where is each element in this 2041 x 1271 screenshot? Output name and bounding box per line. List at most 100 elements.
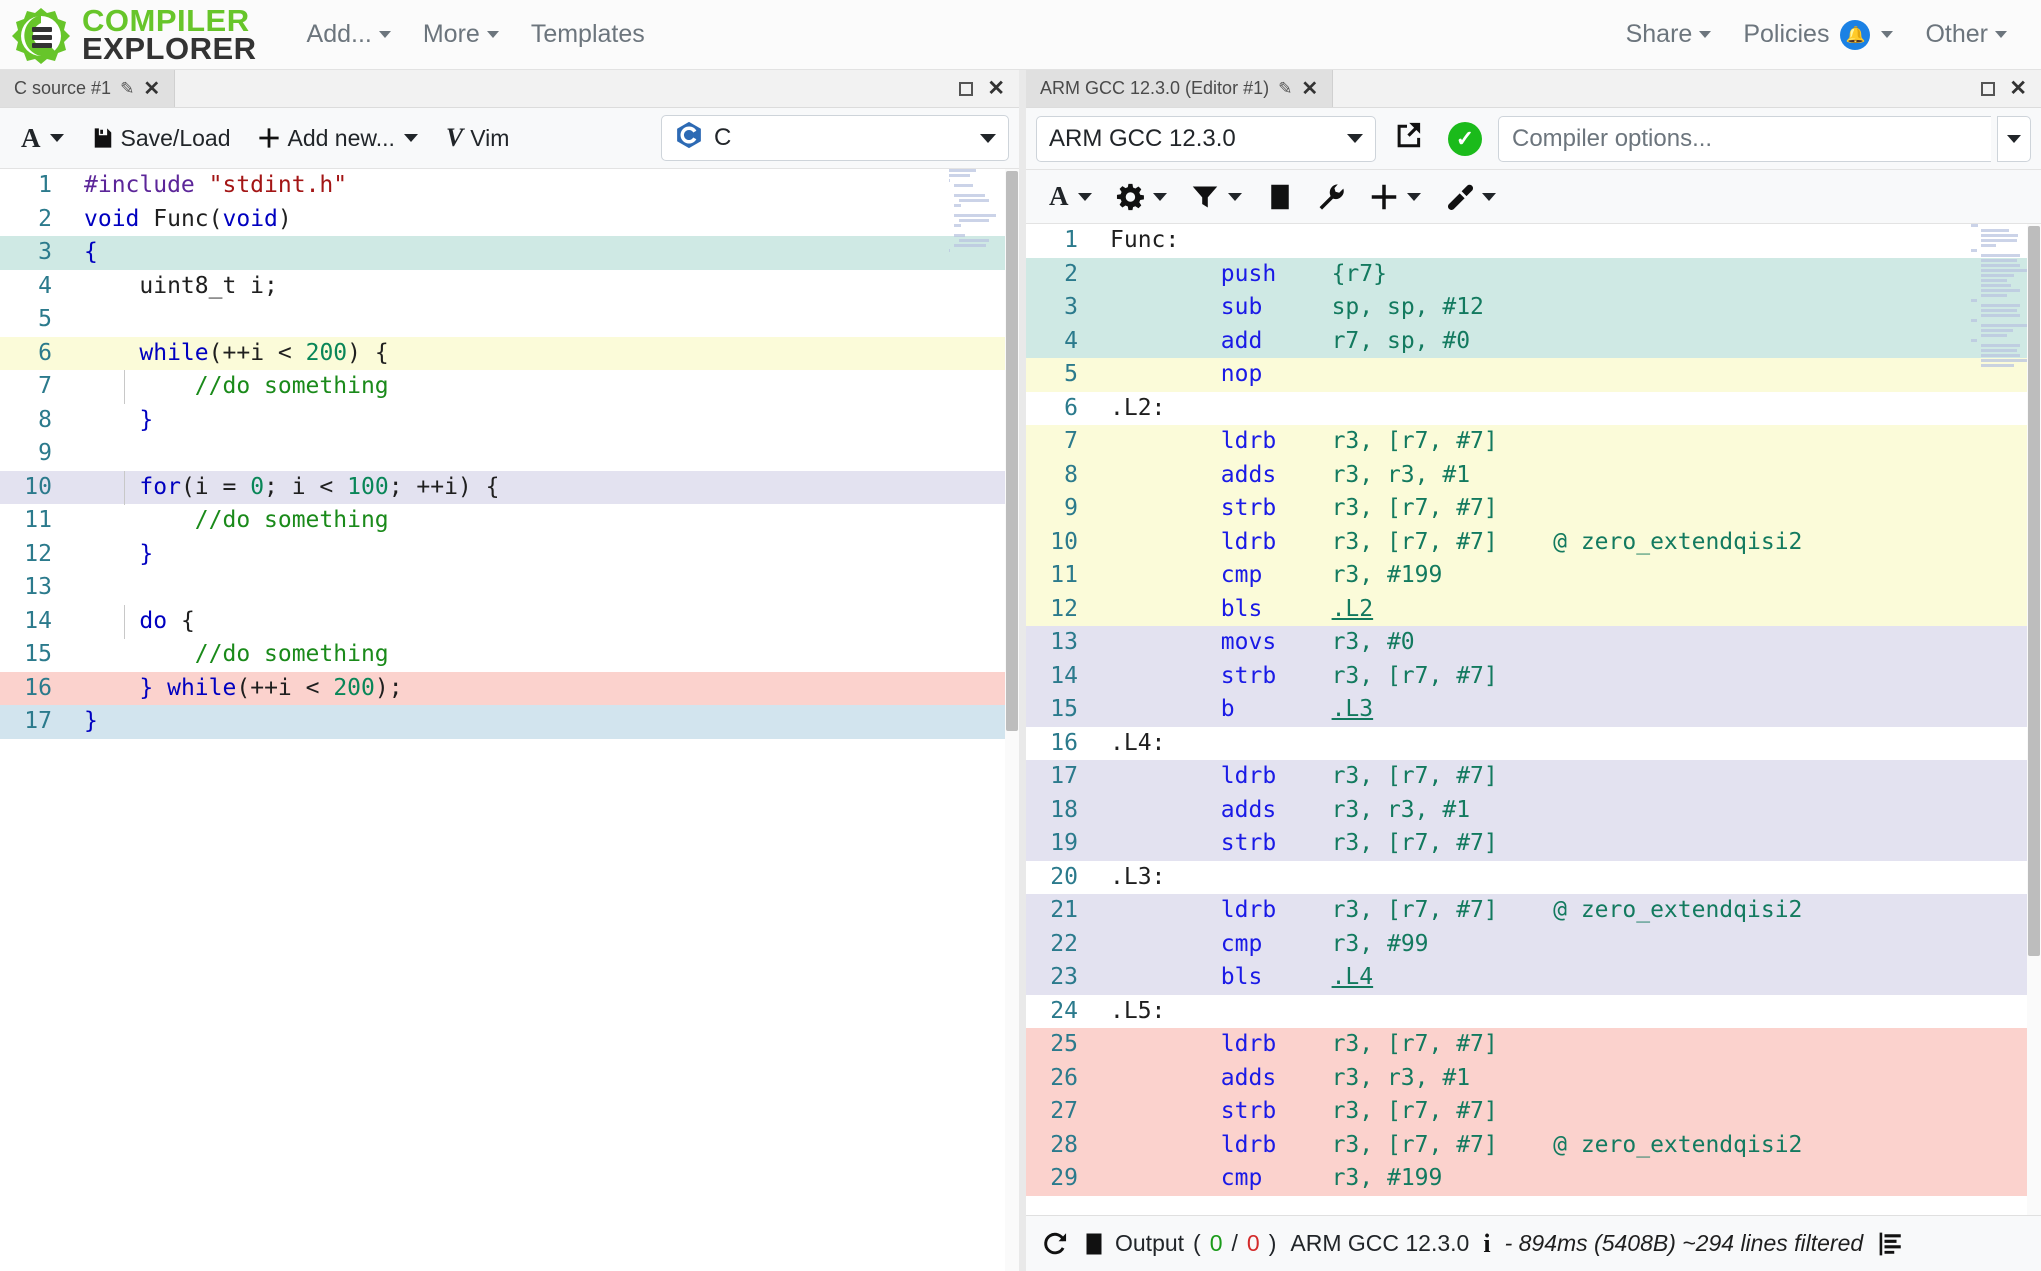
nav-item-other[interactable]: Other <box>1909 12 2023 57</box>
compiler-tools-button[interactable] <box>1307 177 1357 217</box>
code-token: #7 <box>1456 528 1484 555</box>
line-number: 2 <box>1064 260 1078 287</box>
code-token: .L5: <box>1110 997 1166 1024</box>
code-token: #199 <box>1386 562 1443 588</box>
gear-icon <box>1116 183 1144 211</box>
output-warning-count: 0 <box>1246 1230 1260 1256</box>
code-line-content: { <box>74 236 1019 270</box>
code-line: 2 void Func(void) <box>0 203 1019 237</box>
vim-mode-button[interactable]: V Vim <box>435 117 521 159</box>
add-new-button[interactable]: Add new... <box>247 119 428 158</box>
code-line-content: ldrb r3, [r7, #7] <box>1100 425 2041 459</box>
asm-font-size-button[interactable]: A <box>1038 175 1103 218</box>
save-load-button[interactable]: Save/Load <box>81 119 242 158</box>
language-select[interactable]: C <box>661 115 1009 161</box>
code-line-content: uint8_t i; <box>74 270 1019 304</box>
libraries-button[interactable] <box>1255 177 1305 217</box>
workspace: C source #1 ✎ ✕ ✕ A Save/Load Add new...… <box>0 70 2041 1271</box>
code-token: //do something <box>194 373 389 399</box>
compiler-select[interactable]: ARM GCC 12.3.0 <box>1036 115 1376 162</box>
code-token: strb <box>1220 662 1277 689</box>
compiler-options-dropdown[interactable] <box>1997 115 2031 162</box>
code-line: 19 strb r3, [r7, #7] <box>1026 827 2041 861</box>
code-token: .L3: <box>1110 863 1166 890</box>
compile-stats: - 894ms (5408B) ~294 lines filtered <box>1504 1230 1864 1256</box>
code-line: 8 adds r3, r3, #1 <box>1026 458 2041 492</box>
code-token: #7 <box>1456 1098 1484 1124</box>
editor-scrollbar-thumb[interactable] <box>1006 171 1018 731</box>
nav-item-templates-label: Templates <box>530 20 645 48</box>
output-filters-button[interactable] <box>1180 177 1253 217</box>
nav-item-share[interactable]: Share <box>1610 12 1728 57</box>
editor-scrollbar[interactable] <box>1005 169 1019 1271</box>
code-token: @ zero_extendqisi2 <box>1553 528 1803 555</box>
compiler-overrides-button[interactable] <box>1434 177 1507 217</box>
open-in-new-window-button[interactable] <box>1382 115 1432 162</box>
add-view-button[interactable] <box>1359 177 1432 217</box>
nav-item-policies-label: Policies <box>1743 20 1830 48</box>
maximize-icon[interactable] <box>1981 81 1996 96</box>
code-line-content: ldrb r3, [r7, #7] <box>1100 1028 2041 1062</box>
code-line-content: } <box>74 404 1019 438</box>
code-token: ldrb <box>1220 1031 1277 1057</box>
code-token: 200 <box>333 674 375 701</box>
compiler-settings-button[interactable] <box>1105 177 1178 217</box>
nav-item-templates[interactable]: Templates <box>515 12 661 57</box>
nav-item-add[interactable]: Add... <box>291 12 407 57</box>
line-number: 24 <box>1050 997 1078 1024</box>
recompile-button[interactable] <box>1042 1231 1068 1257</box>
code-line-content: .L2: <box>1100 392 2041 426</box>
code-token: } <box>139 674 154 701</box>
line-number: 5 <box>38 306 52 332</box>
close-pane-icon[interactable]: ✕ <box>2009 76 2027 101</box>
code-token: } <box>139 540 154 567</box>
code-token: #7 <box>1456 1131 1484 1158</box>
source-code-area[interactable]: 1 #include "stdint.h" 2 void Func(void) 3{4 … <box>0 169 1019 1271</box>
edit-pencil-icon[interactable]: ✎ <box>120 79 134 99</box>
nav-item-policies[interactable]: Policies 🔔 <box>1727 12 1909 58</box>
assembly-scrollbar[interactable] <box>2027 224 2041 1215</box>
info-icon[interactable]: i <box>1483 1229 1490 1259</box>
font-size-button[interactable]: A <box>10 117 75 160</box>
edit-pencil-icon[interactable]: ✎ <box>1278 79 1292 99</box>
chevron-down-icon <box>1406 192 1421 201</box>
output-button[interactable]: Output ( 0 / 0 ) <box>1082 1230 1276 1257</box>
line-number: 19 <box>1050 830 1078 856</box>
tab-c-source-1[interactable]: C source #1 ✎ ✕ <box>0 70 176 107</box>
code-token: cmp <box>1220 1165 1263 1191</box>
maximize-icon[interactable] <box>959 81 974 96</box>
compiler-select-value: ARM GCC 12.3.0 <box>1049 124 1236 152</box>
code-token: ( <box>208 205 223 232</box>
assembly-output-area[interactable]: 1 Func: 2 push {r7} 3 sub sp, sp, #12 4 add … <box>1026 224 2041 1215</box>
editor-toolbar: A Save/Load Add new... V Vim C <box>0 108 1019 169</box>
code-line: 16 .L4: <box>1026 727 2041 761</box>
code-token[interactable]: .L2 <box>1332 596 1374 622</box>
close-pane-icon[interactable]: ✕ <box>987 76 1005 101</box>
assembly-scrollbar-thumb[interactable] <box>2028 226 2040 956</box>
external-link-icon <box>1392 121 1422 156</box>
plus-icon <box>1370 183 1398 211</box>
code-line: 14 strb r3, [r7, #7] <box>1026 659 2041 693</box>
code-line: 20 .L3: <box>1026 861 2041 895</box>
close-icon[interactable]: ✕ <box>143 76 160 101</box>
line-number: 9 <box>38 440 52 466</box>
code-token: ; i < <box>264 473 348 500</box>
code-token[interactable]: .L4 <box>1332 964 1374 990</box>
close-icon[interactable]: ✕ <box>1301 76 1318 101</box>
code-line: 18 adds r3, r3, #1 <box>1026 793 2041 827</box>
compilation-timeline-icon[interactable] <box>1877 1231 1905 1257</box>
tab-arm-gcc-compiler[interactable]: ARM GCC 12.3.0 (Editor #1) ✎ ✕ <box>1026 70 1334 107</box>
code-token[interactable]: .L3 <box>1332 696 1374 722</box>
compiler-options-input[interactable] <box>1498 115 1991 162</box>
nav-item-more[interactable]: More <box>407 12 515 57</box>
compiler-explorer-logo[interactable]: COMPILER EXPLORER <box>10 5 257 64</box>
